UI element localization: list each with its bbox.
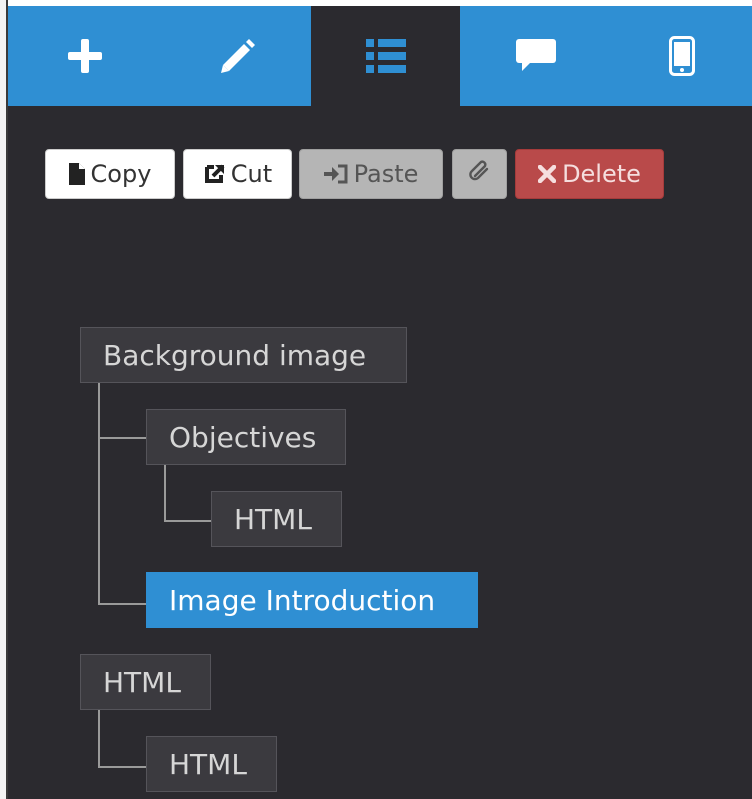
tree-node-html[interactable]: HTML — [80, 654, 211, 710]
tree-node-label: Image Introduction — [169, 583, 436, 617]
page-structure-tree: Background image Objectives HTML Image I… — [8, 0, 752, 799]
tree-node-html[interactable]: HTML — [211, 491, 342, 547]
tree-connector — [98, 437, 146, 439]
tree-connector — [98, 710, 100, 768]
tree-node-html[interactable]: HTML — [146, 736, 277, 792]
structure-panel: Copy Cut Paste Delete Background image O… — [8, 0, 752, 799]
tree-node-label: Objectives — [169, 420, 317, 454]
tree-node-image-introduction[interactable]: Image Introduction — [146, 572, 478, 628]
tree-node-label: HTML — [169, 747, 247, 781]
tree-connector — [98, 766, 146, 768]
tree-node-objectives[interactable]: Objectives — [146, 409, 346, 465]
tree-node-label: HTML — [103, 665, 181, 699]
tree-connector — [98, 383, 100, 605]
tree-connector — [98, 603, 146, 605]
tree-node-label: HTML — [234, 502, 312, 536]
tree-node-background-image[interactable]: Background image — [80, 327, 407, 383]
tree-connector — [164, 520, 211, 522]
tree-connector — [164, 464, 166, 522]
window-left-edge — [0, 0, 8, 799]
tree-node-label: Background image — [103, 338, 367, 372]
